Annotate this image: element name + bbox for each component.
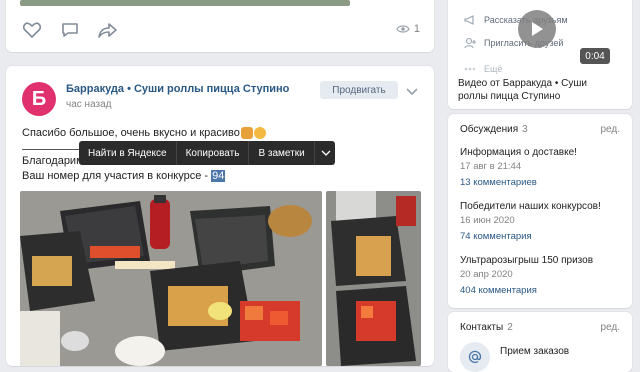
avatar-letter: Б xyxy=(31,87,47,110)
chevron-down-icon xyxy=(321,150,331,156)
previous-post-image[interactable] xyxy=(20,0,350,6)
video-duration: 0:04 xyxy=(580,48,610,64)
at-sign-icon xyxy=(468,350,482,363)
promote-button[interactable]: Продвигать xyxy=(320,81,398,99)
contacts-heading[interactable]: Контакты 2 xyxy=(460,322,513,333)
more-item[interactable]: Ещё xyxy=(464,64,502,74)
post-text-line2: Благодарим xyxy=(22,155,84,167)
discussion-date: 17 авг в 21:44 xyxy=(460,161,522,172)
smile-emoji xyxy=(253,127,266,140)
discussion-title[interactable]: Информация о доставке! xyxy=(460,147,577,158)
food-photo-side xyxy=(326,191,421,366)
megaphone-icon xyxy=(464,15,474,25)
post-text-line1: Спасибо большое, очень вкусно и красиво xyxy=(22,126,422,141)
video-title[interactable]: Видео от Барракуда • Суши роллы пицца Ст… xyxy=(458,77,608,103)
text-separator xyxy=(22,149,82,150)
food-photo xyxy=(20,191,322,366)
contacts-edit-link[interactable]: ред. xyxy=(600,322,620,333)
more-icon xyxy=(464,67,476,71)
like-button[interactable] xyxy=(20,18,44,42)
post-author[interactable]: Барракуда • Суши роллы пицца Ступино xyxy=(66,83,289,95)
food-emoji xyxy=(240,127,253,140)
chevron-down-icon xyxy=(406,88,418,96)
discussions-heading[interactable]: Обсуждения 3 xyxy=(460,124,528,135)
contacts-title: Контакты xyxy=(460,322,504,333)
previous-post-card: 1 xyxy=(6,0,434,52)
contact-name[interactable]: Прием заказов xyxy=(500,346,569,357)
discussion-comments[interactable]: 13 комментариев xyxy=(460,177,537,188)
more-label: Ещё xyxy=(484,64,503,74)
post-text-line3: Ваш номер для участия в конкурсе - 94 xyxy=(22,170,226,182)
group-avatar[interactable]: Б xyxy=(22,82,56,116)
selected-text[interactable]: 94 xyxy=(211,170,226,182)
share-arrow-icon xyxy=(98,23,117,38)
views-count: 1 xyxy=(413,23,420,35)
contact-avatar[interactable] xyxy=(460,342,490,372)
contacts-block: Контакты 2 ред. Прием заказов xyxy=(448,312,632,372)
post-photo-side[interactable] xyxy=(326,191,421,366)
share-button[interactable] xyxy=(96,18,120,42)
contest-text: Ваш номер для участия в конкурсе - xyxy=(22,170,212,182)
comment-icon xyxy=(62,23,78,37)
selection-context-menu: Найти в Яндексе Копировать В заметки xyxy=(79,141,335,165)
discussion-date: 16 июн 2020 xyxy=(460,215,515,226)
eye-icon xyxy=(396,25,410,33)
discussion-title[interactable]: Ультрарозыгрыш 150 призов xyxy=(460,255,593,266)
heart-icon xyxy=(23,22,41,38)
menu-item-search-yandex[interactable]: Найти в Яндексе xyxy=(79,141,177,165)
play-icon xyxy=(532,22,543,36)
post-text-content: Спасибо большое, очень вкусно и красиво xyxy=(22,127,240,139)
add-user-icon xyxy=(464,37,476,49)
discussion-title[interactable]: Победители наших конкурсов! xyxy=(460,201,601,212)
video-play-button[interactable] xyxy=(518,10,556,48)
contacts-count: 2 xyxy=(507,322,513,333)
discussions-count: 3 xyxy=(522,124,528,135)
views-counter: 1 xyxy=(396,23,420,35)
post-photo-main[interactable] xyxy=(20,191,322,366)
discussion-comments[interactable]: 404 комментария xyxy=(460,285,537,296)
discussions-title: Обсуждения xyxy=(460,124,519,135)
post-time[interactable]: час назад xyxy=(66,99,112,110)
post-menu-button[interactable] xyxy=(406,83,418,101)
post-card: Б Барракуда • Суши роллы пицца Ступино ч… xyxy=(6,66,434,366)
discussions-edit-link[interactable]: ред. xyxy=(600,124,620,135)
menu-item-to-notes[interactable]: В заметки xyxy=(249,141,315,165)
discussion-comments[interactable]: 74 комментария xyxy=(460,231,532,242)
discussion-date: 20 апр 2020 xyxy=(460,269,513,280)
discussions-block: Обсуждения 3 ред. Информация о доставке! … xyxy=(448,114,632,308)
menu-more-button[interactable] xyxy=(315,141,337,165)
comment-button[interactable] xyxy=(58,18,82,42)
menu-item-copy[interactable]: Копировать xyxy=(177,141,250,165)
